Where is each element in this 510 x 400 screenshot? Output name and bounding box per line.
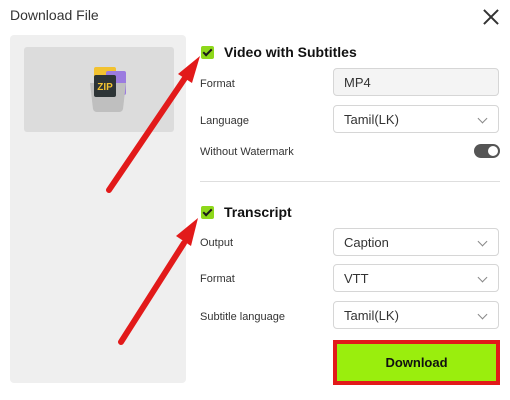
chevron-down-icon bbox=[477, 272, 488, 283]
without-watermark-label: Without Watermark bbox=[200, 146, 294, 158]
output-label: Output bbox=[200, 237, 234, 249]
video-format-value: MP4 bbox=[344, 74, 371, 90]
download-button[interactable]: Download bbox=[333, 340, 500, 385]
format-label: Format bbox=[200, 78, 235, 90]
zip-file-icon: ZIP bbox=[90, 67, 126, 112]
language-select[interactable]: Tamil(LK) bbox=[333, 105, 499, 133]
video-subtitles-checkbox-row[interactable]: Video with Subtitles bbox=[201, 44, 357, 60]
transcript-format-value: VTT bbox=[344, 270, 369, 286]
video-format-field: MP4 bbox=[333, 68, 499, 96]
preview-thumbnail: ZIP bbox=[24, 47, 174, 132]
subtitle-language-label: Subtitle language bbox=[200, 311, 286, 323]
transcript-checkbox[interactable] bbox=[201, 205, 214, 219]
zip-icon-label: ZIP bbox=[97, 82, 113, 93]
language-label: Language bbox=[200, 115, 249, 127]
watermark-toggle[interactable] bbox=[474, 144, 500, 158]
output-value: Caption bbox=[344, 234, 389, 250]
video-subtitles-title: Video with Subtitles bbox=[224, 44, 357, 60]
preview-panel: ZIP bbox=[10, 35, 186, 383]
subtitle-language-value: Tamil(LK) bbox=[344, 307, 399, 323]
section-divider bbox=[200, 181, 500, 182]
download-button-label: Download bbox=[385, 355, 448, 370]
toggle-knob bbox=[488, 146, 498, 156]
close-icon[interactable] bbox=[480, 6, 502, 28]
video-subtitles-checkbox[interactable] bbox=[201, 45, 214, 59]
transcript-format-label: Format bbox=[200, 273, 235, 285]
dialog-title: Download File bbox=[10, 7, 99, 23]
output-select[interactable]: Caption bbox=[333, 228, 499, 256]
transcript-format-select[interactable]: VTT bbox=[333, 264, 499, 292]
transcript-title: Transcript bbox=[224, 204, 292, 220]
chevron-down-icon bbox=[477, 236, 488, 247]
chevron-down-icon bbox=[477, 309, 488, 320]
subtitle-language-select[interactable]: Tamil(LK) bbox=[333, 301, 499, 329]
chevron-down-icon bbox=[477, 113, 488, 124]
transcript-checkbox-row[interactable]: Transcript bbox=[201, 204, 292, 220]
language-value: Tamil(LK) bbox=[344, 111, 399, 127]
